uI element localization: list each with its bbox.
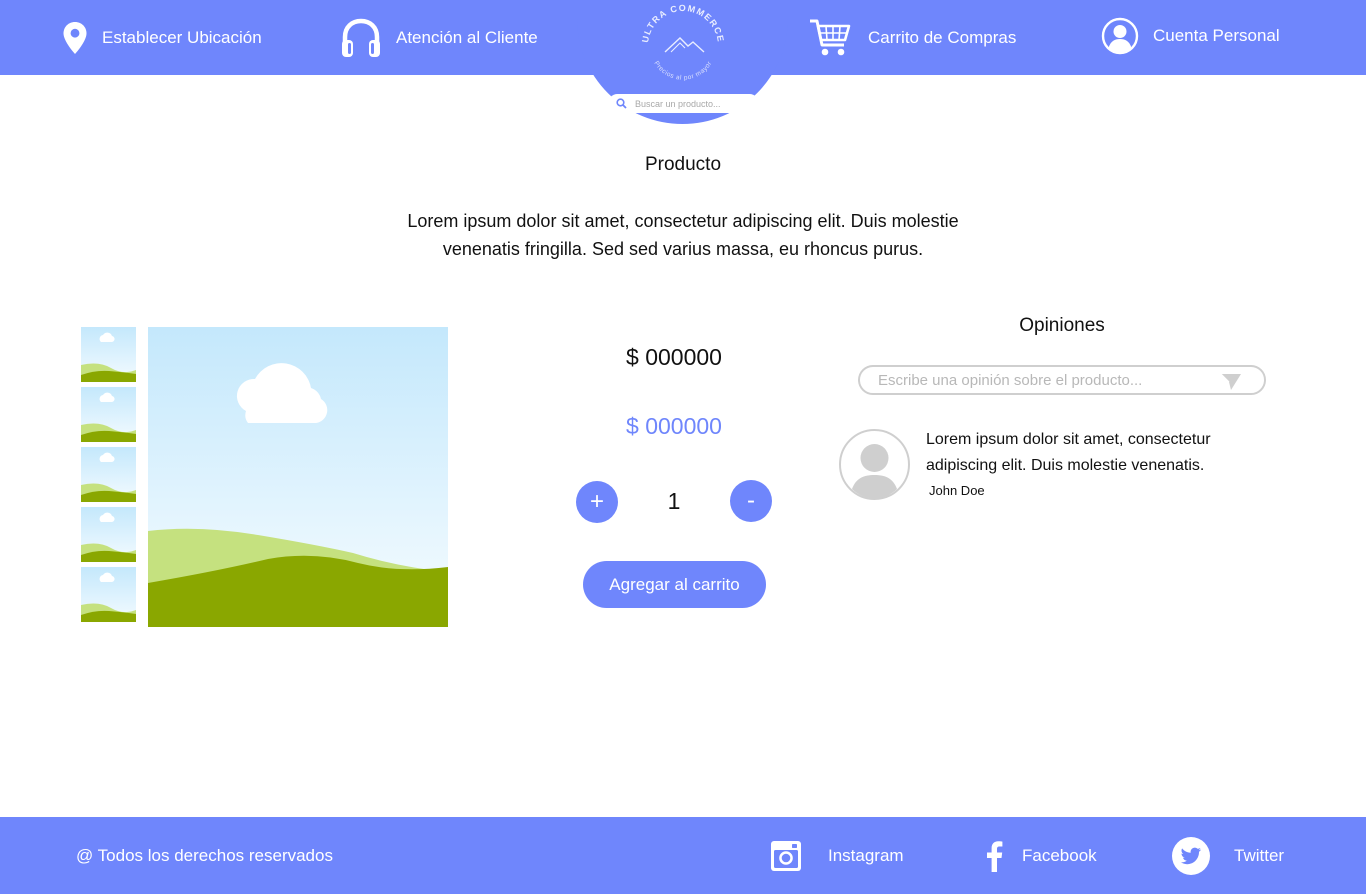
shopping-cart-label: Carrito de Compras [868,27,1017,47]
personal-account-link[interactable]: Cuenta Personal [1101,0,1280,73]
logo-text-top: ULTRA COMMERCE [640,3,726,43]
facebook-icon [987,840,1003,872]
ultra-commerce-logo[interactable]: ULTRA COMMERCE Precios al por mayor [638,2,728,88]
add-to-cart-button[interactable]: Agregar al carrito [583,561,766,608]
reviewer-avatar [839,429,910,500]
search-bar[interactable] [608,94,759,113]
set-location-link[interactable]: Establecer Ubicación [62,0,262,75]
product-thumbnail-list [81,327,136,627]
location-pin-icon [63,21,87,54]
set-location-label: Establecer Ubicación [102,27,262,47]
copyright-text: @ Todos los derechos reservados [76,846,333,865]
footer: @ Todos los derechos reservados Instagra… [0,817,1366,894]
twitter-icon [1172,836,1210,875]
offer-price: $ 000000 [626,413,722,439]
increase-quantity-button[interactable]: + [576,481,618,523]
customer-support-link[interactable]: Atención al Cliente [340,0,538,75]
instagram-label: Instagram [828,845,904,865]
search-icon [616,98,627,109]
customer-support-label: Atención al Cliente [396,27,538,47]
opinion-input[interactable] [878,371,1208,389]
search-input[interactable] [635,98,753,109]
twitter-link[interactable]: Twitter [1172,817,1284,894]
product-description: Lorem ipsum dolor sit amet, consectetur … [407,211,959,259]
top-nav-bar: Establecer Ubicación Atención al Cliente… [0,0,1366,124]
product-title: Producto [644,154,722,175]
shopping-cart-icon [810,19,851,55]
facebook-label: Facebook [1022,845,1097,865]
product-thumbnail[interactable] [81,447,136,502]
product-thumbnail[interactable] [81,567,136,622]
user-circle-icon [1101,17,1139,54]
instagram-icon [771,840,801,871]
product-thumbnail[interactable] [81,327,136,382]
regular-price: $ 000000 [626,344,722,370]
product-thumbnail[interactable] [81,387,136,442]
logo-text-bottom: Precios al por mayor [652,60,713,82]
headphones-icon [342,18,380,57]
review-text: Lorem ipsum dolor sit amet, consectetur … [926,431,1211,474]
quantity-value: 1 [667,488,681,514]
twitter-label: Twitter [1234,845,1285,865]
product-main-image [148,327,448,627]
decrease-quantity-button[interactable]: - [730,480,772,522]
review-author: John Doe [929,483,985,498]
facebook-link[interactable]: Facebook [985,817,1097,894]
opinion-field[interactable] [858,365,1266,395]
personal-account-label: Cuenta Personal [1153,25,1280,45]
send-icon[interactable] [1220,373,1242,391]
instagram-link[interactable]: Instagram [771,817,904,894]
opinions-title: Opiniones [1019,315,1105,336]
product-thumbnail[interactable] [81,507,136,562]
shopping-cart-link[interactable]: Carrito de Compras [809,0,1016,75]
